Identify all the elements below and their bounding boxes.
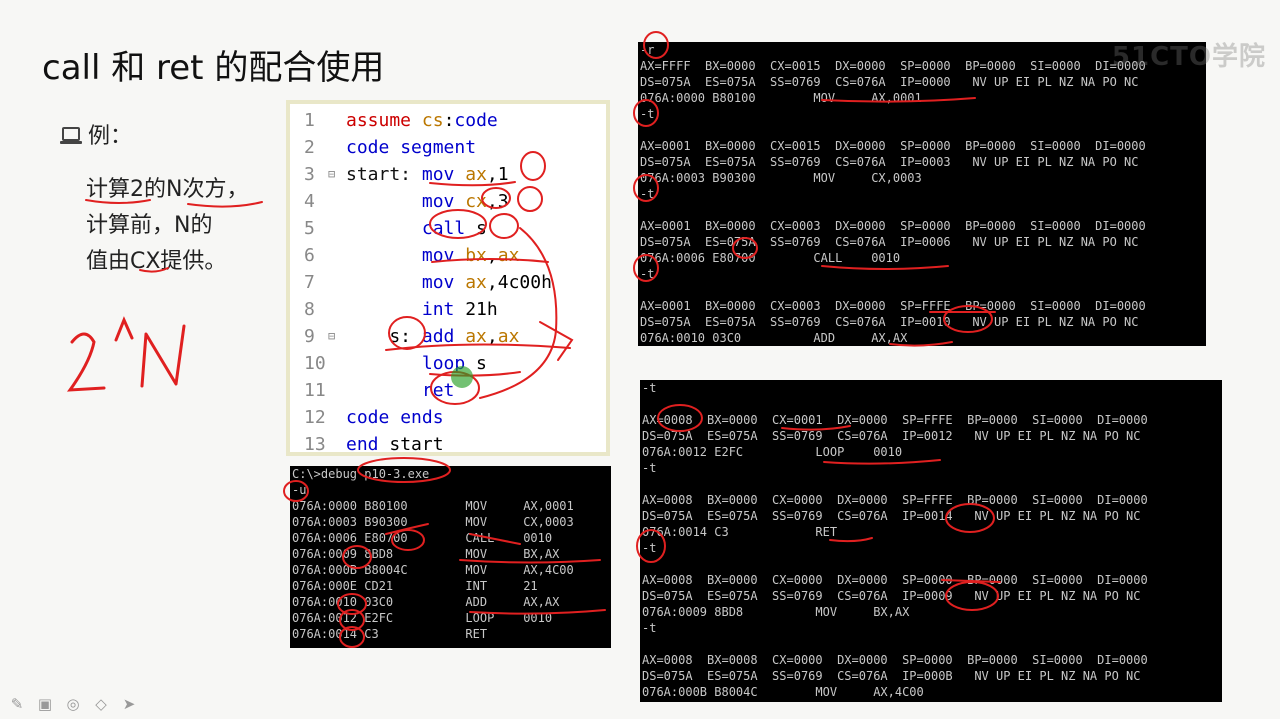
terminal-line: -t	[640, 267, 655, 281]
problem-description: 计算2的N次方， 计算前，N的 值由CX提供。	[86, 172, 248, 280]
laptop-icon	[60, 127, 82, 144]
watermark-logo: 51CTO学院	[1111, 42, 1266, 72]
fold-icon: ⊟	[328, 329, 336, 343]
terminal-line: C:\>debug p10-3.exe	[292, 467, 430, 481]
terminal-line: 076A:0003 B90300 MOV CX,0003	[292, 515, 574, 529]
terminal-line: 076A:000B B8004C MOV AX,4C00	[292, 563, 574, 577]
terminal-line: DS=075A ES=075A SS=0769 CS=076A IP=0009 …	[642, 589, 1141, 603]
terminal-line: DS=075A ES=075A SS=0769 CS=076A IP=0012 …	[642, 429, 1141, 443]
debug-terminal-bottom: -t AX=0008 BX=0000 CX=0001 DX=0000 SP=FFF…	[640, 380, 1222, 702]
terminal-line: DS=075A ES=075A SS=0769 CS=076A IP=0010 …	[640, 315, 1139, 329]
terminal-line: AX=0008 BX=0008 CX=0000 DX=0000 SP=0000 …	[642, 653, 1148, 667]
pointer-icon[interactable]: ➤	[120, 695, 138, 713]
example-text: 例：	[88, 124, 133, 149]
highlighter-icon[interactable]: ◎	[64, 695, 82, 713]
terminal-line: -t	[640, 107, 655, 121]
debug-unassemble-terminal: C:\>debug p10-3.exe -u 076A:0000 B80100 MO…	[290, 466, 611, 648]
terminal-line: 076A:0014 C3 RET	[292, 627, 488, 641]
screen-icon[interactable]: ▣	[36, 695, 54, 713]
terminal-line: -t	[642, 461, 657, 475]
terminal-line: AX=0001 BX=0000 CX=0003 DX=0000 SP=0000 …	[640, 219, 1146, 233]
terminal-line: 076A:0003 B90300 MOV CX,0003	[640, 171, 922, 185]
terminal-line: 076A:0010 03C0 ADD AX,AX	[292, 595, 560, 609]
terminal-line: 076A:0012 E2FC LOOP 0010	[642, 445, 903, 459]
terminal-line: AX=0001 BX=0000 CX=0015 DX=0000 SP=0000 …	[640, 139, 1146, 153]
terminal-line: DS=075A ES=075A SS=0769 CS=076A IP=0006 …	[640, 235, 1139, 249]
terminal-line: -t	[642, 621, 657, 635]
terminal-line: -u	[292, 483, 307, 497]
description-line: 计算前，N的	[86, 213, 213, 238]
terminal-line: AX=0008 BX=0000 CX=0000 DX=0000 SP=0000 …	[642, 573, 1148, 587]
terminal-line: 076A:000B B8004C MOV AX,4C00	[642, 685, 924, 699]
terminal-line: -t	[640, 187, 655, 201]
terminal-line: -t	[642, 381, 657, 395]
terminal-line: AX=0008 BX=0000 CX=0001 DX=0000 SP=FFFE …	[642, 413, 1148, 427]
terminal-line: 076A:0014 C3 RET	[642, 525, 838, 539]
terminal-line: AX=0008 BX=0000 CX=0000 DX=0000 SP=FFFE …	[642, 493, 1148, 507]
terminal-line: 076A:0012 E2FC LOOP 0010	[292, 611, 553, 625]
handwritten-2-power-n	[66, 316, 186, 392]
eraser-icon[interactable]: ◇	[92, 695, 110, 713]
example-label: 例：	[60, 118, 133, 150]
terminal-line: 076A:0006 E80700 CALL 0010	[292, 531, 553, 545]
code-editor: 1 assume cs:code 2 code segment 3 ⊟ start: m…	[286, 100, 610, 456]
terminal-line: 076A:0006 E80700 CALL 0010	[640, 251, 901, 265]
terminal-line: 076A:0000 B80100 MOV AX,0001	[292, 499, 574, 513]
slide-title: call 和 ret 的配合使用	[42, 48, 385, 88]
terminal-line: DS=075A ES=075A SS=0769 CS=076A IP=0000 …	[640, 75, 1139, 89]
terminal-line: 076A:0009 8BD8 MOV BX,AX	[292, 547, 560, 561]
terminal-line: 076A:0009 8BD8 MOV BX,AX	[642, 605, 910, 619]
description-line: 计算2的N次方，	[86, 177, 249, 202]
terminal-line: DS=075A ES=075A SS=0769 CS=076A IP=000B …	[642, 669, 1141, 683]
terminal-line: DS=075A ES=075A SS=0769 CS=076A IP=0003 …	[640, 155, 1139, 169]
terminal-line: DS=075A ES=075A SS=0769 CS=076A IP=0014 …	[642, 509, 1141, 523]
terminal-line: 076A:000E CD21 INT 21	[292, 579, 538, 593]
presentation-toolbar: ✎ ▣ ◎ ◇ ➤	[8, 695, 138, 713]
terminal-line: 076A:0000 B80100 MOV AX,0001	[640, 91, 922, 105]
fold-icon: ⊟	[328, 167, 336, 181]
terminal-line: 076A:0010 03C0 ADD AX,AX	[640, 331, 908, 345]
description-line: 值由CX提供。	[86, 249, 227, 274]
debug-terminal-top: -r AX=FFFF BX=0000 CX=0015 DX=0000 SP=000…	[638, 42, 1206, 346]
terminal-line: -t	[642, 541, 657, 555]
terminal-line: AX=0001 BX=0000 CX=0003 DX=0000 SP=FFFE …	[640, 299, 1146, 313]
pen-icon[interactable]: ✎	[8, 695, 26, 713]
